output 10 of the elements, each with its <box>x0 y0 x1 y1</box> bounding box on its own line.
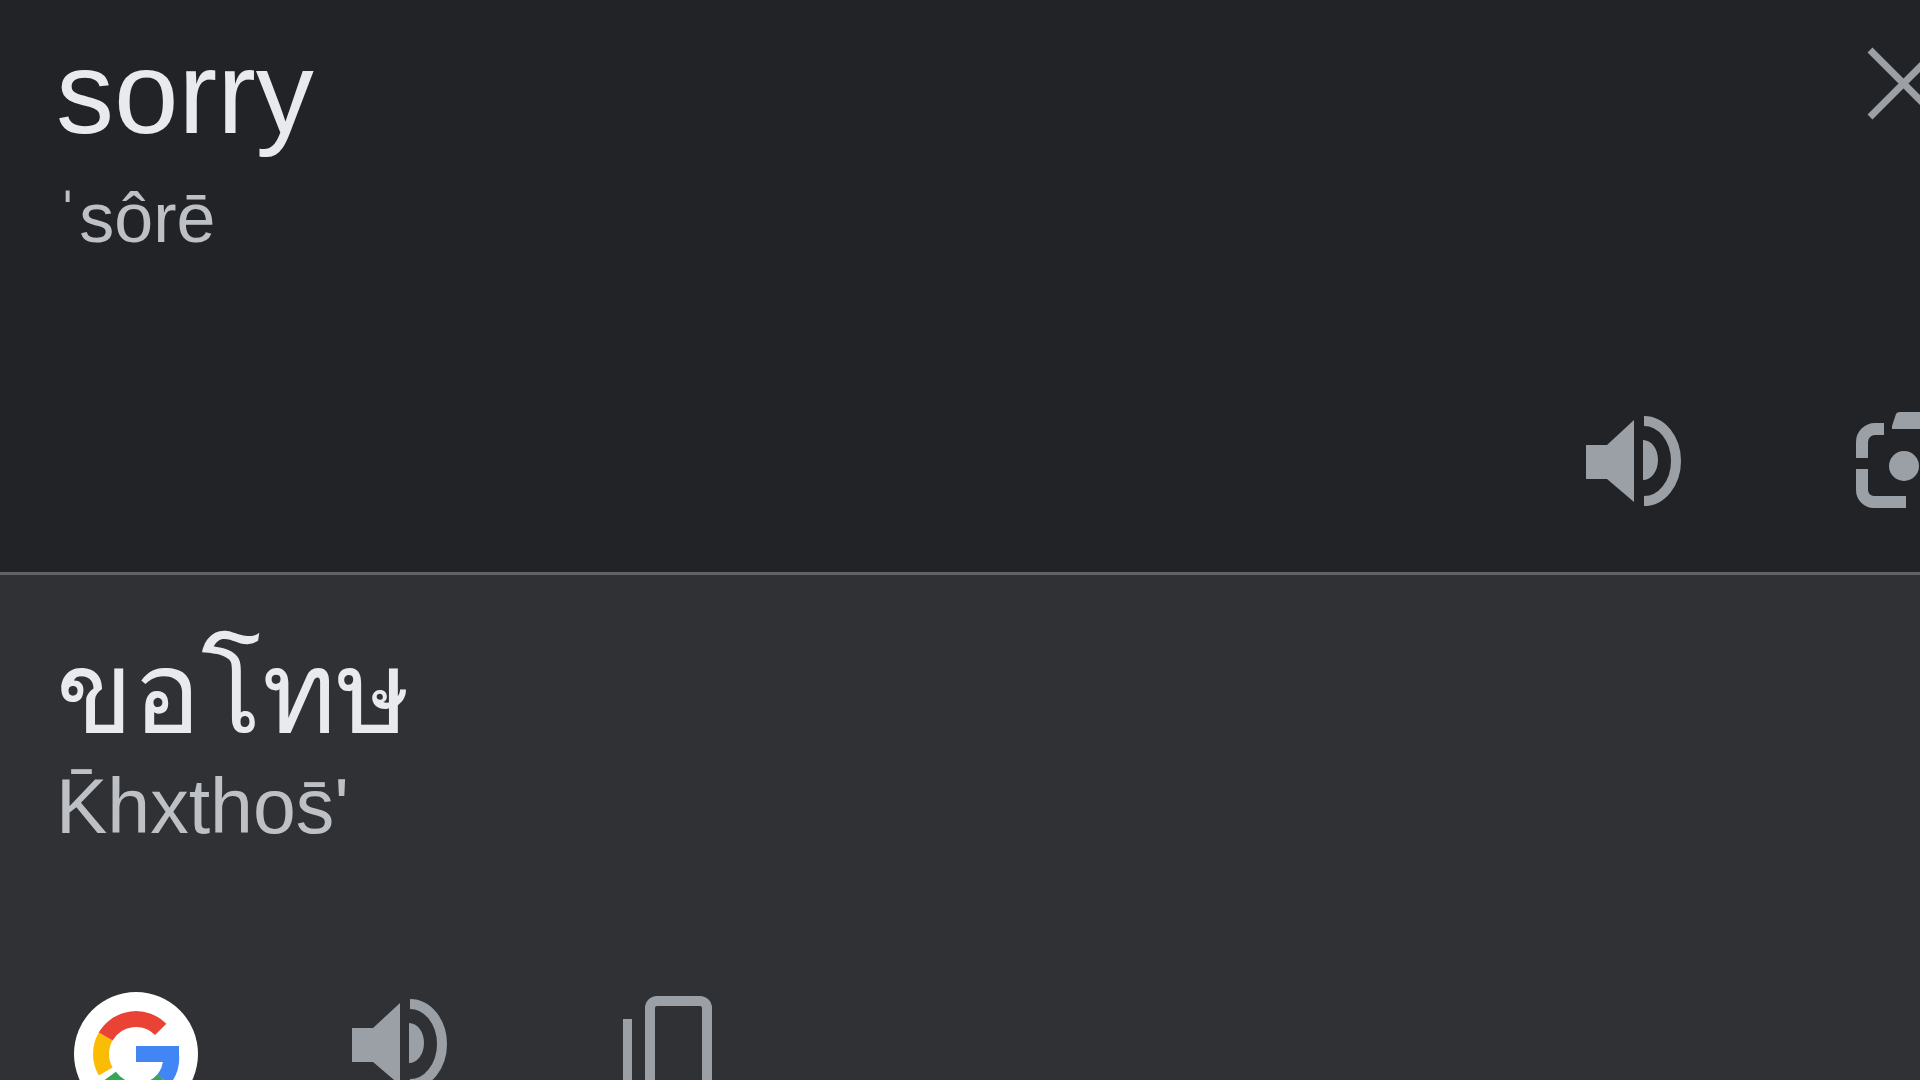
camera-icon[interactable] <box>1856 412 1920 508</box>
phonetic-text: ˈsôrē <box>56 178 216 259</box>
speaker-icon[interactable] <box>1586 414 1682 506</box>
copy-icon[interactable] <box>622 996 712 1080</box>
translated-word: ขอโทษ <box>56 626 410 761</box>
close-icon[interactable] <box>1866 46 1920 121</box>
source-word: sorry <box>56 27 314 160</box>
speaker-icon[interactable] <box>352 997 448 1080</box>
romanization-text: K̄hxthos̄ʹ <box>56 761 349 851</box>
g-logo-icon[interactable] <box>74 992 198 1080</box>
